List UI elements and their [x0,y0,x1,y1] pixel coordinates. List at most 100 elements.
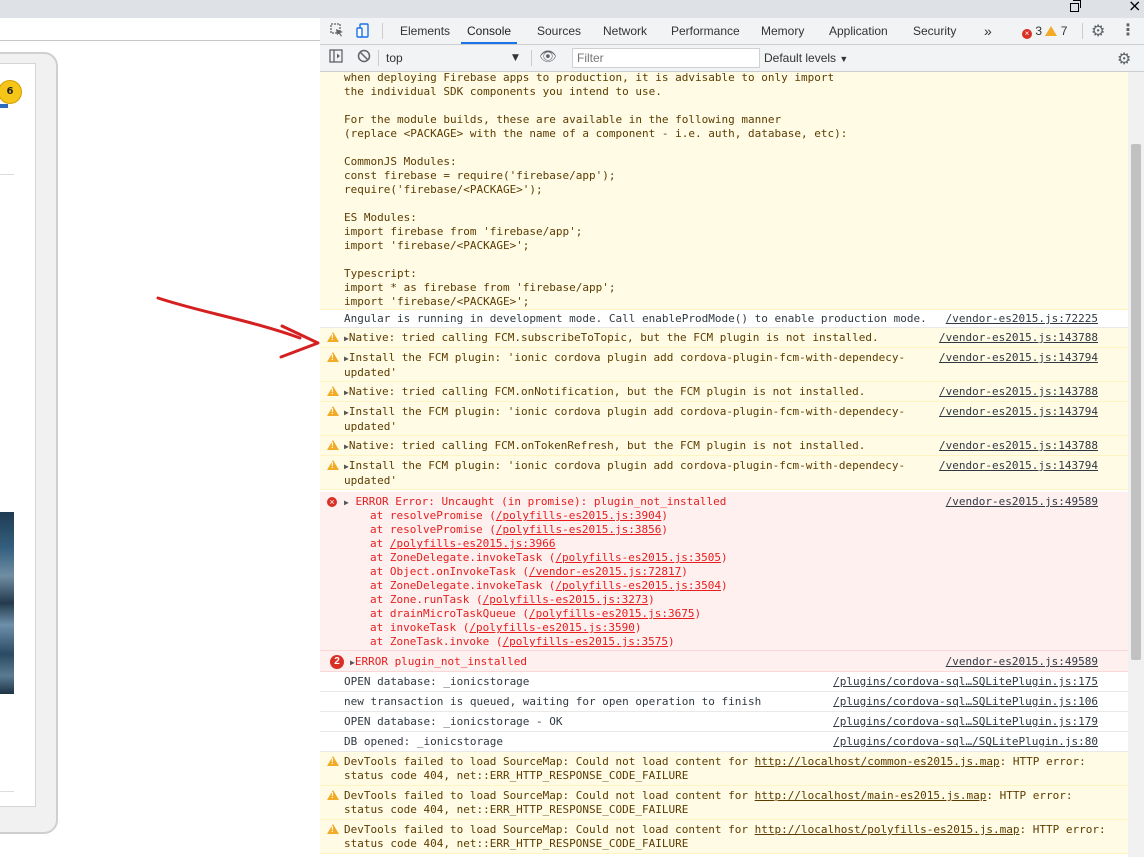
stack-source-link[interactable]: /polyfills-es2015.js:3273 [483,593,649,606]
stack-source-link[interactable]: /vendor-es2015.js:72817 [529,565,681,578]
source-link[interactable]: /vendor-es2015.js:143788 [939,439,1098,453]
stack-source-link[interactable]: /polyfills-es2015.js:3590 [469,621,635,634]
firebase-text-line: CommonJS Modules: [344,155,457,168]
sidebar-toggle-icon[interactable] [329,49,343,63]
firebase-text-line: import 'firebase/<PACKAGE>'; [344,239,530,252]
source-link[interactable]: /plugins/cordova-sql…SQLitePlugin.js:179 [833,715,1098,729]
stack-source-link[interactable]: /polyfills-es2015.js:3966 [390,537,556,550]
expand-triangle-icon: ▶ [344,498,349,507]
expand-error-toggle[interactable]: ▶ ERROR Error: Uncaught (in promise): pl… [344,495,726,510]
close-window-icon[interactable]: × [1128,0,1141,15]
scrollbar-thumb[interactable] [1131,144,1141,660]
source-link[interactable]: /plugins/cordova-sql…/SQLitePlugin.js:80 [833,735,1098,749]
filter-input[interactable] [572,48,760,68]
source-link[interactable]: /vendor-es2015.js:143788 [939,385,1098,399]
expand-warning-toggle[interactable]: ▶Native: tried calling FCM.onNotificatio… [344,385,865,400]
source-link[interactable]: /vendor-es2015.js:143794 [939,405,1098,419]
divider [0,174,14,175]
stack-source-link[interactable]: /polyfills-es2015.js:3856 [496,523,662,536]
sourcemap-url-link[interactable]: http://localhost/common-es2015.js.map [755,755,1000,768]
window-titlebar: × [0,0,1144,18]
stack-end: ) [634,621,642,634]
console-log-sqlite: OPEN database: _ionicstorage - OK/plugin… [320,712,1128,732]
stack-frame: at ZoneDelegate.invokeTask (/polyfills-e… [370,579,728,593]
divider [0,40,320,41]
context-selector[interactable]: top [386,48,526,67]
source-link[interactable]: /vendor-es2015.js:72225 [946,312,1098,326]
expand-warning-toggle[interactable]: ▶Install the FCM plugin: 'ionic cordova … [344,459,905,488]
source-link[interactable]: /vendor-es2015.js:49589 [946,655,1098,669]
firebase-text-line [344,99,847,113]
repeat-count-badge: 2 [330,655,344,669]
stack-end: ) [661,509,669,522]
console-warning-fcm: ▶Native: tried calling FCM.subscribeToTo… [320,328,1128,348]
source-link[interactable]: /vendor-es2015.js:143794 [939,351,1098,365]
expand-warning-toggle[interactable]: ▶Install the FCM plugin: 'ionic cordova … [344,351,905,380]
sourcemap-url-link[interactable]: http://localhost/main-es2015.js.map [755,789,987,802]
source-link[interactable]: /vendor-es2015.js:143788 [939,331,1098,345]
separator [531,50,532,66]
tab-console[interactable]: Console [461,18,518,44]
sourcemap-message: DevTools failed to load SourceMap: Could… [344,755,1086,783]
expand-warning-toggle[interactable]: ▶Native: tried calling FCM.onTokenRefres… [344,439,865,454]
firebase-text-line: the individual SDK components you intend… [344,85,662,98]
stack-fn: at [370,537,390,550]
message-text: DevTools failed to load SourceMap: Could… [344,789,755,802]
expand-warning-toggle[interactable]: ▶Install the FCM plugin: 'ionic cordova … [344,405,905,434]
stack-source-link[interactable]: /polyfills-es2015.js:3504 [555,579,721,592]
clear-console-icon[interactable] [357,49,371,63]
sourcemap-message: DevTools failed to load SourceMap: Could… [344,823,1106,851]
stack-source-link[interactable]: /polyfills-es2015.js:3505 [555,551,721,564]
source-link[interactable]: /plugins/cordova-sql…SQLitePlugin.js:106 [833,695,1098,709]
stack-frame: at Object.onInvokeTask (/vendor-es2015.j… [370,565,728,579]
message-text: : HTTP error: [999,755,1086,768]
warning-icon [327,386,339,396]
firebase-text-line: import 'firebase/<PACKAGE>'; [344,295,530,308]
stack-frame: at invokeTask (/polyfills-es2015.js:3590… [370,621,728,635]
source-link[interactable]: /plugins/cordova-sql…SQLitePlugin.js:175 [833,675,1098,689]
message-text-cont: updated' [344,420,397,433]
stack-source-link[interactable]: /polyfills-es2015.js:3575 [502,635,668,648]
tab-sources[interactable]: Sources [537,18,581,44]
stack-frame: at Zone.runTask (/polyfills-es2015.js:32… [370,593,728,607]
stack-frame: at ZoneDelegate.invokeTask (/polyfills-e… [370,551,728,565]
sourcemap-url-link[interactable]: http://localhost/polyfills-es2015.js.map [755,823,1020,836]
console-scrollbar[interactable] [1128,72,1144,857]
console-messages: when deploying Firebase apps to producti… [320,72,1128,857]
tab-application[interactable]: Application [829,18,888,44]
separator [382,23,383,39]
log-levels-dropdown[interactable]: Default levels ▼ [764,48,848,69]
device-toolbar-icon[interactable] [356,23,370,38]
message-text: Install the FCM plugin: 'ionic cordova p… [348,351,906,364]
expand-warning-toggle[interactable]: ▶Native: tried calling FCM.subscribeToTo… [344,331,879,346]
console-info-angular: Angular is running in development mode. … [320,310,1128,328]
stack-source-link[interactable]: /polyfills-es2015.js:3675 [529,607,695,620]
restore-window-icon[interactable] [1068,0,1082,12]
message-text: Native: tried calling FCM.onTokenRefresh… [348,439,866,452]
console-settings-gear-icon[interactable]: ⚙ [1117,49,1131,68]
tab-network[interactable]: Network [603,18,647,44]
firebase-text-line: Typescript: [344,267,417,280]
message-text: : HTTP error: [986,789,1073,802]
tab-performance[interactable]: Performance [671,18,740,44]
firebase-text-line [344,141,847,155]
message-text: : HTTP error: [1019,823,1106,836]
tab-security[interactable]: Security [913,18,956,44]
divider [0,791,14,792]
message-text: ERROR plugin_not_installed [354,655,528,668]
source-link[interactable]: /vendor-es2015.js:49589 [946,495,1098,509]
expand-error-toggle[interactable]: ▶ERROR plugin_not_installed [350,655,527,670]
message-text: DB opened: _ionicstorage [344,735,503,748]
more-tabs-button[interactable]: » [984,18,992,44]
stack-source-link[interactable]: /polyfills-es2015.js:3904 [496,509,662,522]
issue-counter[interactable]: × 3 7 [1022,18,1067,44]
settings-gear-icon[interactable]: ⚙ [1091,21,1105,40]
stack-frame: at ZoneTask.invoke (/polyfills-es2015.js… [370,635,728,649]
tab-elements[interactable]: Elements [400,18,450,44]
source-link[interactable]: /vendor-es2015.js:143794 [939,459,1098,473]
more-options-icon[interactable]: ⋮ [1120,20,1136,39]
inspect-element-icon[interactable] [330,23,344,37]
tab-memory[interactable]: Memory [761,18,804,44]
live-expression-eye-icon[interactable]: 👁 [539,49,557,65]
badge-underline [0,104,8,108]
